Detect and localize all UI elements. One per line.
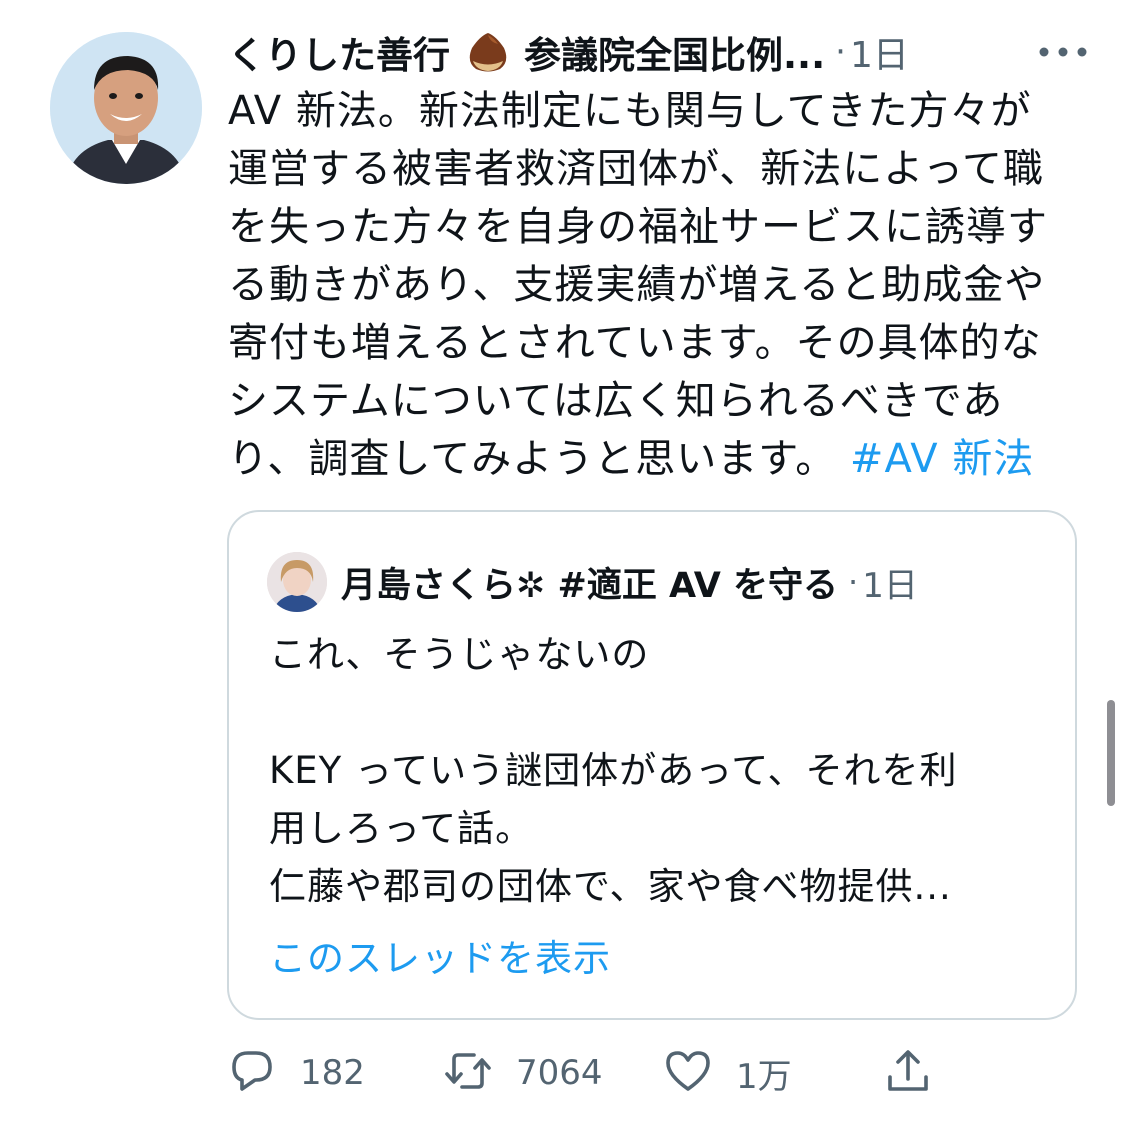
- tweet-text: AV 新法。新法制定にも関与してきた方々が 運営する被害者救済団体が、新法によっ…: [228, 82, 1088, 488]
- quoted-text-line: 用しろって話。: [269, 807, 534, 850]
- tweet-text-line: 運営する被害者救済団体が、新法によって職: [228, 146, 1044, 192]
- reply-button[interactable]: 182: [228, 1040, 365, 1106]
- quoted-tweet-header: 月島さくら✲ #適正 AV を守る · 1日: [341, 552, 918, 612]
- tweet-text-line: AV 新法。新法制定にも関与してきた方々が: [228, 88, 1032, 134]
- tweet-text-line: 寄付も増えるとされています。その具体的な: [228, 320, 1042, 366]
- quoted-author-name[interactable]: 月島さくら✲ #適正 AV を守る: [341, 557, 838, 608]
- quoted-tweet-text: これ、そうじゃないの KEY っていう謎団体があって、それを利 用しろって話。 …: [269, 626, 1049, 916]
- quoted-tweet-card[interactable]: 月島さくら✲ #適正 AV を守る · 1日 これ、そうじゃないの KEY って…: [227, 510, 1077, 1020]
- hashtag-link[interactable]: #AV 新法: [850, 436, 1034, 482]
- more-options-icon[interactable]: [1028, 32, 1098, 72]
- chestnut-icon: [466, 30, 510, 74]
- quoted-text-line: これ、そうじゃないの: [269, 633, 650, 676]
- tweet-header: くりした善行 参議院全国比例... · 1日: [228, 22, 1098, 82]
- author-avatar[interactable]: [50, 32, 202, 184]
- scrollbar-thumb[interactable]: [1107, 700, 1115, 806]
- quoted-text-line: 仁藤や郡司の団体で、家や食べ物提供...: [269, 865, 952, 908]
- quoted-text-blank-line: [269, 684, 1049, 742]
- quoted-header-separator: ·: [848, 563, 859, 601]
- tweet-text-last: り、調査してみようと思います。: [228, 436, 837, 482]
- tweet-text-line: る動きがあり、支援実績が増えると助成金や: [228, 262, 1046, 308]
- share-button[interactable]: [884, 1040, 932, 1106]
- quoted-author-avatar[interactable]: [267, 552, 327, 612]
- tweet-text-line: を失った方々を自身の福祉サービスに誘導す: [228, 204, 1048, 250]
- like-count: 1万: [736, 1056, 792, 1097]
- reply-count: 182: [300, 1053, 365, 1093]
- author-affiliation[interactable]: 参議院全国比例...: [524, 25, 825, 79]
- show-thread-link[interactable]: このスレッドを表示: [269, 928, 611, 982]
- header-separator: ·: [835, 32, 846, 72]
- retweet-button[interactable]: 7064: [444, 1040, 603, 1106]
- reply-icon: [228, 1047, 276, 1099]
- quoted-text-line: KEY っていう謎団体があって、それを利: [269, 749, 958, 792]
- retweet-count: 7064: [516, 1053, 603, 1093]
- tweet-text-line-last: り、調査してみようと思います。 #AV 新法: [228, 430, 1088, 488]
- tweet-action-bar: 182 7064 1万: [228, 1040, 1078, 1106]
- tweet-text-line: システムについては広く知られるべきであ: [228, 378, 1004, 424]
- retweet-icon: [444, 1047, 492, 1099]
- quoted-tweet-time[interactable]: 1日: [862, 558, 918, 607]
- share-icon: [884, 1047, 932, 1099]
- like-button[interactable]: 1万: [664, 1040, 792, 1106]
- author-name[interactable]: くりした善行: [228, 25, 450, 79]
- heart-icon: [664, 1047, 712, 1099]
- tweet-time[interactable]: 1日: [850, 26, 909, 78]
